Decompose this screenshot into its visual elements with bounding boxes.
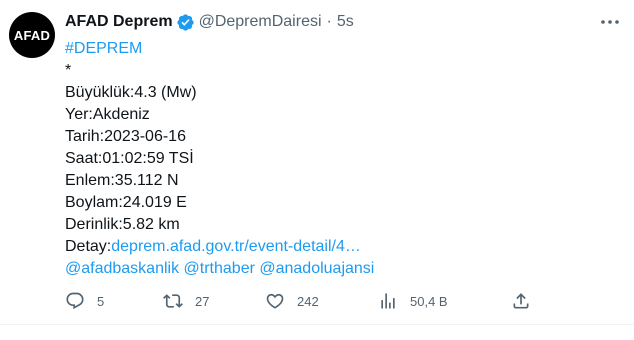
display-name[interactable]: AFAD Deprem bbox=[65, 13, 173, 31]
handle[interactable]: @DepremDairesi bbox=[199, 13, 322, 31]
retweet-button[interactable]: 27 bbox=[163, 288, 209, 314]
share-button[interactable] bbox=[511, 288, 531, 314]
detail-label: Detay: bbox=[65, 238, 112, 255]
avatar[interactable]: AFAD bbox=[9, 12, 55, 58]
reply-button[interactable]: 5 bbox=[65, 288, 104, 314]
views-icon bbox=[381, 293, 395, 309]
hashtag-link[interactable]: #DEPREM bbox=[65, 38, 615, 60]
place-line: Yer:Akdeniz bbox=[65, 106, 150, 123]
retweet-count: 27 bbox=[195, 293, 210, 309]
like-count: 242 bbox=[297, 293, 319, 309]
action-bar: 5 27 242 50,4 B bbox=[65, 288, 545, 314]
mentions-line[interactable]: @afadbaskanlik @trthaber @anadoluajansi bbox=[65, 258, 615, 280]
tweet-header: AFAD Deprem @DepremDairesi · 5s bbox=[65, 11, 354, 33]
avatar-text: AFAD bbox=[13, 27, 51, 43]
tweet-body: #DEPREM * Büyüklük:4.3 (Mw) Yer:Akdeniz … bbox=[65, 38, 615, 280]
reply-icon bbox=[66, 292, 84, 310]
views-button[interactable]: 50,4 B bbox=[378, 288, 448, 314]
depth-line: Derinlik:5.82 km bbox=[65, 216, 180, 233]
view-count: 50,4 B bbox=[410, 293, 448, 309]
timestamp[interactable]: 5s bbox=[337, 13, 354, 31]
verified-badge-icon[interactable] bbox=[176, 13, 195, 32]
tweet[interactable]: AFAD AFAD Deprem @DepremDairesi · 5s #DE… bbox=[0, 0, 634, 340]
detail-line: Detay:deprem.afad.gov.tr/event-detail/4… bbox=[65, 236, 615, 258]
share-icon bbox=[513, 293, 529, 309]
star-line: * bbox=[65, 62, 72, 79]
separator: · bbox=[326, 13, 332, 30]
detail-link[interactable]: deprem.afad.gov.tr/event-detail/4… bbox=[111, 238, 361, 255]
like-button[interactable]: 242 bbox=[265, 288, 319, 314]
magnitude-line: Büyüklük:4.3 (Mw) bbox=[65, 84, 197, 101]
retweet-icon bbox=[163, 294, 183, 308]
divider bbox=[0, 324, 634, 325]
date-line: Tarih:2023-06-16 bbox=[65, 128, 186, 145]
latitude-line: Enlem:35.112 N bbox=[65, 172, 179, 189]
time-line: Saat:01:02:59 TSİ bbox=[65, 150, 194, 167]
longitude-line: Boylam:24.019 E bbox=[65, 194, 187, 211]
heart-icon bbox=[266, 293, 284, 309]
reply-count: 5 bbox=[97, 293, 105, 309]
more-dots-icon[interactable] bbox=[597, 12, 623, 32]
